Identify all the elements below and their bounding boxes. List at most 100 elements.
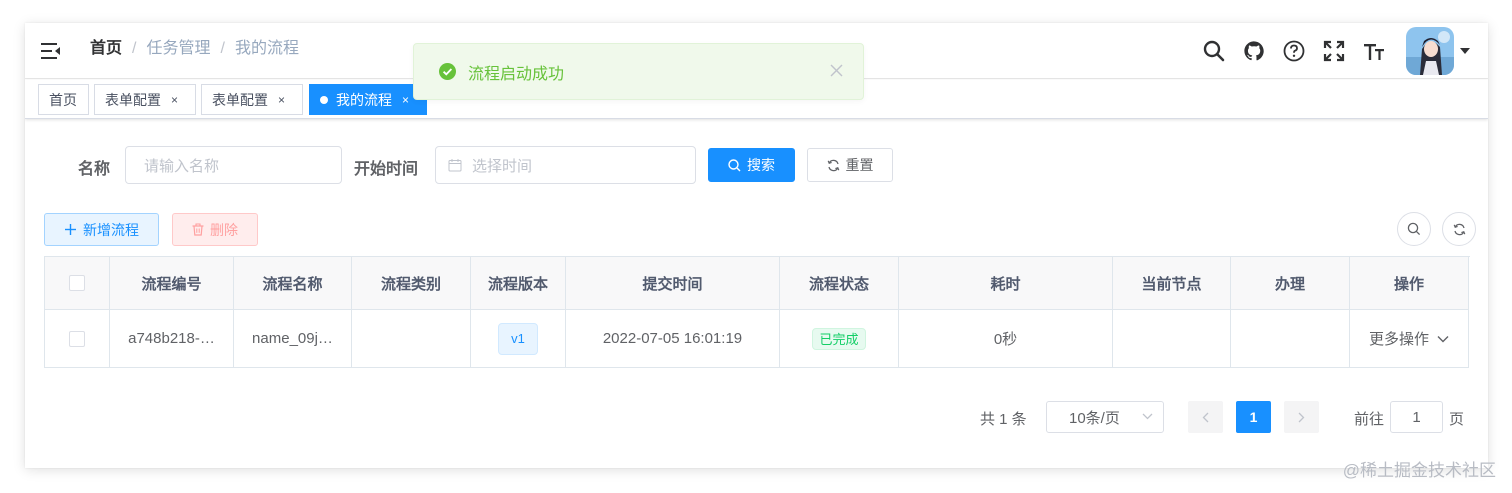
status-badge: 已完成 [812, 327, 866, 350]
search-icon [1407, 222, 1421, 236]
breadcrumb-task-management: 任务管理 [146, 40, 211, 57]
tag-label: 首页 [49, 91, 77, 108]
fullscreen-icon[interactable] [1314, 23, 1354, 79]
select-all-checkbox[interactable] [69, 275, 85, 291]
header-cell: 流程类别 [352, 257, 471, 310]
reset-button[interactable]: 重置 [807, 148, 893, 182]
avatar[interactable] [1406, 27, 1454, 75]
search-form: 名称 请输入名称 开始时间 选择时间 搜索 重置 [25, 146, 1488, 184]
tag-form-config-2[interactable]: 表单配置 × [201, 84, 303, 115]
watermark: @稀土掘金技术社区 [1342, 461, 1496, 480]
pagination-total: 共 1 条 [980, 411, 1027, 428]
chevron-down-icon [1437, 335, 1449, 342]
search-button-label: 搜索 [747, 157, 775, 173]
github-icon[interactable] [1234, 23, 1274, 79]
cell-submit-time: 2022-07-05 16:01:19 [566, 310, 780, 368]
table-row: a748b218-… name_09j… v1 2022-07-05 16:01… [45, 310, 1470, 368]
close-icon[interactable] [830, 64, 843, 77]
tag-home[interactable]: 首页 [38, 84, 89, 115]
row-checkbox[interactable] [69, 330, 85, 347]
page-size-select[interactable]: 10条/页 [1046, 401, 1164, 433]
header-select [45, 257, 110, 310]
process-name: name_09j… [252, 330, 333, 347]
calendar-icon [448, 159, 462, 172]
cell-action: 更多操作 [1350, 310, 1469, 368]
tag-label: 表单配置 [105, 91, 161, 108]
cell-version: v1 [471, 310, 566, 368]
breadcrumb-current: 我的流程 [234, 40, 299, 57]
cell-id: a748b218-… [110, 310, 234, 368]
tag-label: 我的流程 [336, 91, 392, 108]
goto-page-input[interactable]: 1 [1390, 401, 1443, 433]
process-table: 流程编号 流程名称 流程类别 流程版本 提交时间 流程状态 耗时 当前节点 办理… [44, 256, 1470, 368]
add-process-label: 新增流程 [83, 221, 139, 238]
check-circle-icon [439, 63, 456, 80]
navbar-right [1194, 23, 1488, 79]
start-time-label: 开始时间 [354, 161, 419, 178]
success-message: 流程启动成功 [413, 43, 864, 100]
page-number-current[interactable]: 1 [1236, 401, 1271, 433]
more-actions-dropdown[interactable]: 更多操作 [1369, 328, 1449, 349]
table-header: 流程编号 流程名称 流程类别 流程版本 提交时间 流程状态 耗时 当前节点 办理… [45, 257, 1470, 310]
cell-category [352, 310, 471, 368]
goto-label: 前往 [1354, 411, 1385, 428]
header-cell: 流程版本 [471, 257, 566, 310]
cell-current-node [1113, 310, 1231, 368]
cell-name: name_09j… [234, 310, 352, 368]
header-cell: 操作 [1350, 257, 1469, 310]
breadcrumb-separator: / [220, 40, 225, 57]
breadcrumb: 首页 / 任务管理 / 我的流程 [90, 38, 299, 60]
cell-duration: 0秒 [899, 310, 1113, 368]
chevron-left-icon [1202, 412, 1209, 422]
prev-page-button[interactable] [1188, 401, 1223, 433]
delete-label: 删除 [210, 221, 238, 238]
reset-button-label: 重置 [845, 157, 874, 173]
delete-button[interactable]: 删除 [172, 213, 258, 246]
search-button[interactable]: 搜索 [708, 148, 795, 182]
process-id: a748b218-… [128, 330, 215, 347]
font-size-icon[interactable] [1354, 23, 1394, 79]
search-icon[interactable] [1194, 23, 1234, 79]
hamburger-icon[interactable] [39, 39, 63, 63]
close-icon[interactable]: × [278, 93, 285, 107]
time-placeholder: 选择时间 [472, 157, 533, 175]
refresh-table-button[interactable] [1442, 212, 1476, 246]
pagination: 共 1 条 10条/页 1 前往 1 页 [25, 401, 1488, 433]
header-cell: 办理 [1231, 257, 1350, 310]
close-icon[interactable]: × [402, 93, 409, 107]
name-input[interactable]: 请输入名称 [125, 146, 342, 184]
message-text: 流程启动成功 [468, 65, 565, 83]
version-tag: v1 [498, 322, 538, 355]
page-size-value: 10条/页 [1069, 409, 1120, 427]
refresh-icon [1453, 223, 1465, 235]
header-cell: 当前节点 [1113, 257, 1231, 310]
refresh-icon [827, 159, 839, 171]
header-cell: 流程名称 [234, 257, 352, 310]
chevron-down-icon [1142, 413, 1153, 420]
trash-icon [192, 223, 204, 236]
close-icon[interactable]: × [171, 93, 178, 107]
header-cell: 流程状态 [780, 257, 899, 310]
add-process-button[interactable]: 新增流程 [44, 213, 159, 246]
help-icon[interactable] [1274, 23, 1314, 79]
breadcrumb-home[interactable]: 首页 [90, 38, 122, 60]
page-suffix: 页 [1449, 411, 1465, 428]
active-dot-icon [320, 95, 328, 104]
name-label: 名称 [78, 161, 111, 178]
name-placeholder: 请输入名称 [144, 157, 220, 175]
plus-icon [65, 224, 76, 235]
tag-label: 表单配置 [212, 91, 268, 108]
tag-my-process[interactable]: 我的流程 × [309, 84, 427, 115]
chevron-right-icon [1298, 412, 1305, 422]
header-cell: 流程编号 [110, 257, 234, 310]
cell-status: 已完成 [780, 310, 899, 368]
tag-form-config[interactable]: 表单配置 × [94, 84, 196, 115]
caret-down-icon[interactable] [1454, 23, 1476, 79]
start-time-picker[interactable]: 选择时间 [435, 146, 696, 184]
breadcrumb-separator: / [132, 40, 137, 57]
next-page-button[interactable] [1284, 401, 1319, 433]
row-select [45, 310, 110, 368]
toggle-search-button[interactable] [1397, 212, 1431, 246]
cell-handle [1231, 310, 1350, 368]
header-cell: 提交时间 [566, 257, 780, 310]
